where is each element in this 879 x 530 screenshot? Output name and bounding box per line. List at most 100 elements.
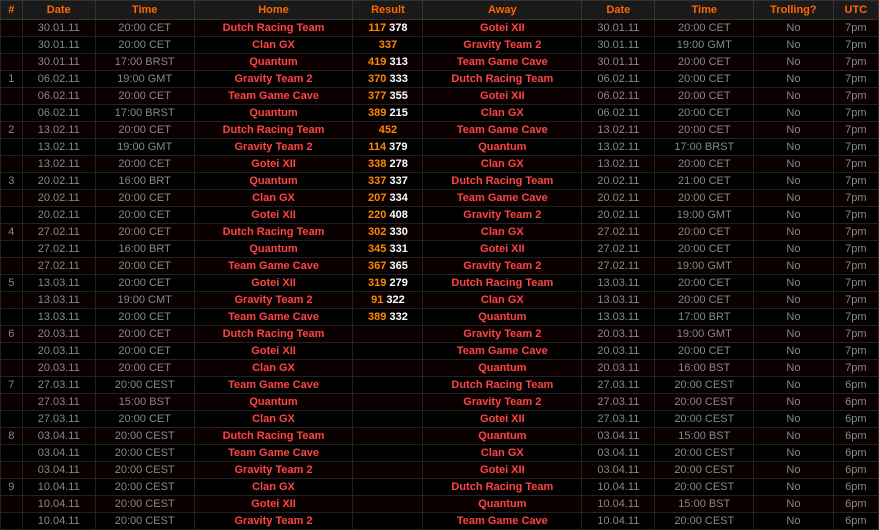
cell-col-time: 19:00 GMT: [655, 207, 754, 224]
cell-col-date: 20.03.11: [582, 343, 655, 360]
col-header-date: Date: [582, 1, 655, 20]
cell-col-utc: 7pm: [833, 292, 878, 309]
cell-col-home: Gotei XII: [194, 343, 353, 360]
cell-col-date: 20.03.11: [582, 360, 655, 377]
cell-col-time: 17:00 BRT: [655, 309, 754, 326]
cell-col-away: Gravity Team 2: [423, 258, 582, 275]
cell-col-trolling: No: [754, 394, 833, 411]
cell-col-trolling: No: [754, 156, 833, 173]
cell-col-utc: 7pm: [833, 71, 878, 88]
col-header-home: Home: [194, 1, 353, 20]
result-cell: 452: [353, 122, 423, 139]
cell-col-time: 20:00 CEST: [95, 479, 194, 496]
cell-col-home: Team Game Cave: [194, 377, 353, 394]
table-row: 13.03.1119:00 CMTGravity Team 291 322Cla…: [1, 292, 879, 309]
cell-col-time: 19:00 GMT: [655, 326, 754, 343]
cell-col-time: 20:00 CEST: [655, 513, 754, 530]
cell-col-time: 20:00 CET: [95, 122, 194, 139]
cell-col-time: 19:00 GMT: [95, 71, 194, 88]
cell-col-utc: 7pm: [833, 20, 878, 37]
cell-col-num: [1, 190, 23, 207]
cell-col-away: Dutch Racing Team: [423, 173, 582, 190]
cell-col-date: 03.04.11: [582, 428, 655, 445]
cell-col-away: Gravity Team 2: [423, 326, 582, 343]
result-cell: [353, 445, 423, 462]
result-cell: 337: [353, 37, 423, 54]
cell-col-utc: 7pm: [833, 105, 878, 122]
cell-col-away: Gravity Team 2: [423, 394, 582, 411]
cell-col-home: Dutch Racing Team: [194, 20, 353, 37]
table-row: 513.03.1120:00 CETGotei XII319 279Dutch …: [1, 275, 879, 292]
cell-col-utc: 7pm: [833, 88, 878, 105]
cell-col-utc: 7pm: [833, 173, 878, 190]
cell-col-utc: 7pm: [833, 37, 878, 54]
cell-col-date: 20.03.11: [22, 360, 95, 377]
cell-col-away: Gotei XII: [423, 88, 582, 105]
cell-col-time: 20:00 CET: [655, 88, 754, 105]
cell-col-date: 20.03.11: [582, 326, 655, 343]
cell-col-date: 20.02.11: [22, 190, 95, 207]
table-row: 106.02.1119:00 GMTGravity Team 2370 333D…: [1, 71, 879, 88]
cell-col-time: 20:00 CET: [655, 224, 754, 241]
result-cell: 117 378: [353, 20, 423, 37]
cell-col-time: 20:00 CET: [95, 88, 194, 105]
cell-col-time: 16:00 BST: [655, 360, 754, 377]
cell-col-time: 21:00 CET: [655, 173, 754, 190]
result-cell: [353, 513, 423, 530]
cell-col-home: Team Game Cave: [194, 445, 353, 462]
cell-col-home: Clan GX: [194, 190, 353, 207]
table-row: 27.02.1116:00 BRTQuantum345 331Gotei XII…: [1, 241, 879, 258]
cell-col-time: 15:00 BST: [655, 496, 754, 513]
result-cell: [353, 462, 423, 479]
cell-col-date: 13.02.11: [22, 156, 95, 173]
result-cell: 220 408: [353, 207, 423, 224]
cell-col-away: Dutch Racing Team: [423, 71, 582, 88]
cell-col-away: Clan GX: [423, 292, 582, 309]
result-cell: 319 279: [353, 275, 423, 292]
cell-col-time: 20:00 CEST: [655, 394, 754, 411]
cell-col-date: 13.02.11: [22, 122, 95, 139]
cell-col-time: 20:00 CET: [655, 156, 754, 173]
cell-col-time: 15:00 BST: [655, 428, 754, 445]
result-cell: [353, 377, 423, 394]
cell-col-time: 20:00 CET: [95, 326, 194, 343]
cell-col-date: 13.03.11: [582, 309, 655, 326]
result-cell: [353, 428, 423, 445]
cell-col-home: Gotei XII: [194, 275, 353, 292]
cell-col-home: Dutch Racing Team: [194, 428, 353, 445]
cell-col-date: 30.01.11: [22, 54, 95, 71]
cell-col-home: Gravity Team 2: [194, 71, 353, 88]
cell-col-date: 06.02.11: [582, 88, 655, 105]
cell-col-away: Dutch Racing Team: [423, 275, 582, 292]
cell-col-date: 20.02.11: [582, 207, 655, 224]
cell-col-time: 20:00 CET: [95, 37, 194, 54]
cell-col-away: Dutch Racing Team: [423, 479, 582, 496]
cell-col-date: 27.03.11: [582, 411, 655, 428]
table-row: 10.04.1120:00 CESTGravity Team 2Team Gam…: [1, 513, 879, 530]
cell-col-time: 19:00 GMT: [655, 258, 754, 275]
cell-col-utc: 7pm: [833, 190, 878, 207]
table-row: 06.02.1120:00 CETTeam Game Cave377 355Go…: [1, 88, 879, 105]
cell-col-num: 2: [1, 122, 23, 139]
cell-col-home: Quantum: [194, 394, 353, 411]
cell-col-date: 03.04.11: [22, 428, 95, 445]
cell-col-utc: 7pm: [833, 326, 878, 343]
cell-col-away: Team Game Cave: [423, 122, 582, 139]
cell-col-utc: 6pm: [833, 377, 878, 394]
cell-col-date: 10.04.11: [22, 496, 95, 513]
cell-col-away: Gravity Team 2: [423, 37, 582, 54]
cell-col-date: 30.01.11: [582, 37, 655, 54]
cell-col-utc: 6pm: [833, 496, 878, 513]
cell-col-home: Quantum: [194, 173, 353, 190]
cell-col-trolling: No: [754, 513, 833, 530]
result-cell: [353, 411, 423, 428]
cell-col-utc: 6pm: [833, 428, 878, 445]
cell-col-time: 20:00 CET: [95, 224, 194, 241]
cell-col-home: Clan GX: [194, 360, 353, 377]
result-cell: 207 334: [353, 190, 423, 207]
cell-col-date: 10.04.11: [22, 513, 95, 530]
cell-col-time: 20:00 CEST: [95, 462, 194, 479]
cell-col-date: 03.04.11: [22, 445, 95, 462]
result-cell: [353, 479, 423, 496]
cell-col-date: 27.02.11: [582, 241, 655, 258]
